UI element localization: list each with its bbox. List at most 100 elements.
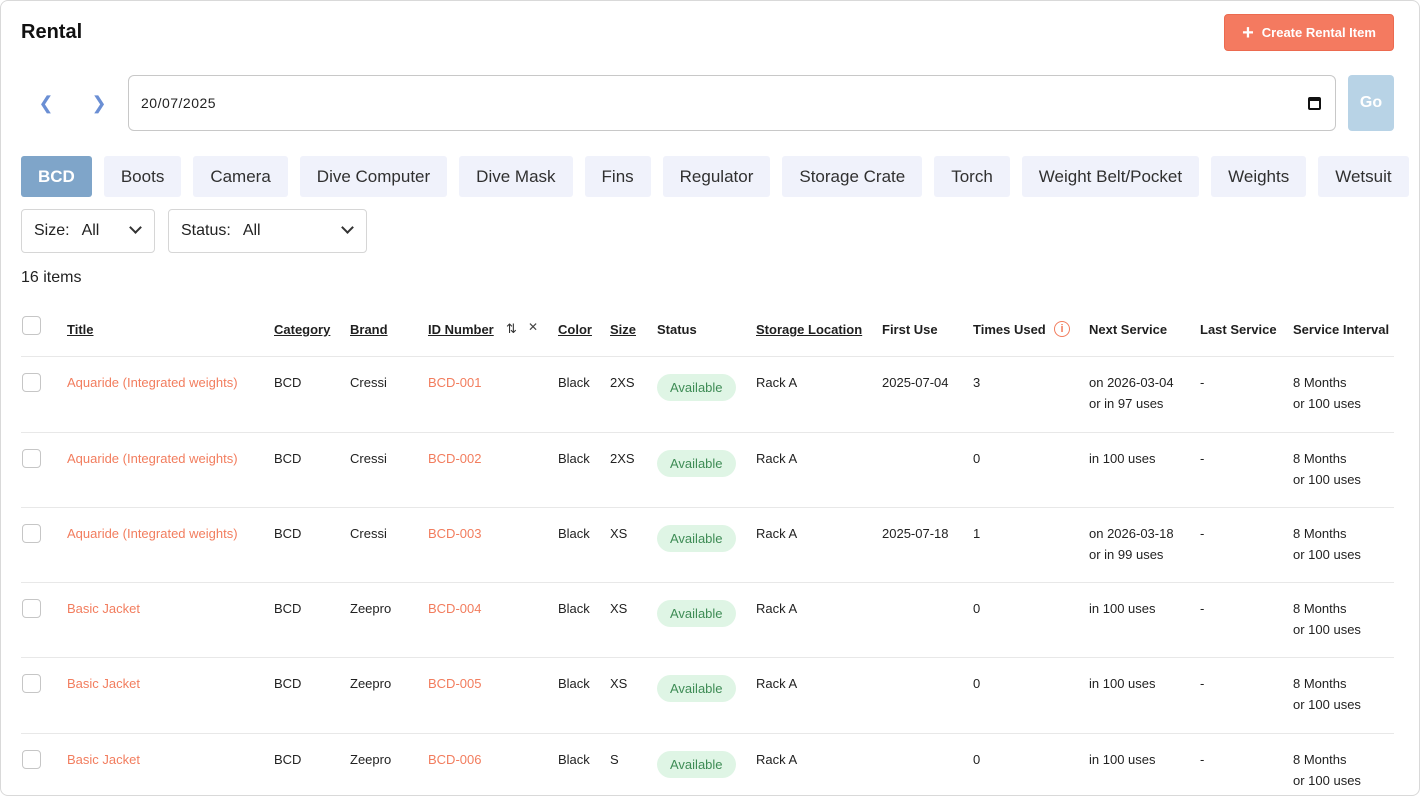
column-header-last-service: Last Service	[1200, 322, 1277, 337]
item-title-link[interactable]: Basic Jacket	[67, 674, 140, 695]
calendar-icon[interactable]	[1308, 97, 1321, 110]
clear-sort-icon[interactable]: ✕	[528, 320, 538, 334]
category-tabs: BCD Boots Camera Dive Computer Dive Mask Fins…	[21, 156, 1419, 197]
status-badge: Available	[657, 374, 736, 401]
size-filter[interactable]: Size: All	[21, 209, 155, 253]
times-used-cell: 0	[973, 752, 981, 767]
item-title-link[interactable]: Aquaride (Integrated weights)	[67, 524, 238, 545]
chevron-down-icon	[129, 221, 142, 234]
id-number-link[interactable]: BCD-003	[428, 524, 481, 545]
size-filter-value: All	[81, 222, 100, 239]
chevron-right-icon[interactable]: ❯	[85, 89, 113, 117]
row-divider	[21, 432, 1394, 433]
row-checkbox[interactable]	[22, 599, 41, 618]
column-header-service-interval: Service Interval	[1293, 322, 1390, 337]
color-cell: Black	[558, 676, 590, 691]
size-cell: XS	[610, 676, 628, 691]
row-checkbox[interactable]	[22, 750, 41, 769]
column-header-title[interactable]: Title	[67, 322, 94, 337]
storage-location-cell: Rack A	[756, 676, 798, 691]
id-number-link[interactable]: BCD-006	[428, 750, 481, 771]
column-header-brand[interactable]: Brand	[350, 322, 388, 337]
item-title-link[interactable]: Aquaride (Integrated weights)	[67, 373, 238, 394]
storage-location-cell: Rack A	[756, 451, 798, 466]
tab-fins[interactable]: Fins	[584, 156, 651, 197]
next-service-cell: on 2026-03-04	[1089, 375, 1174, 390]
next-service-cell: on 2026-03-18	[1089, 526, 1174, 541]
column-header-color[interactable]: Color	[558, 322, 592, 337]
column-header-times-used: Times Used	[973, 322, 1046, 337]
go-button[interactable]: Go	[1348, 75, 1394, 131]
status-filter-value: All	[242, 222, 261, 239]
brand-cell: Zeepro	[350, 601, 392, 616]
brand-cell: Zeepro	[350, 752, 392, 767]
row-checkbox[interactable]	[22, 373, 41, 392]
tab-torch[interactable]: Torch	[934, 156, 1010, 197]
size-cell: 2XS	[610, 451, 635, 466]
brand-cell: Cressi	[350, 375, 387, 390]
page-title: Rental	[21, 21, 83, 43]
column-header-status: Status	[657, 322, 697, 337]
service-interval-detail-cell: or 100 uses	[1293, 773, 1361, 788]
service-interval-cell: 8 Months	[1293, 676, 1347, 691]
category-cell: BCD	[274, 451, 302, 466]
date-input[interactable]: 20/07/2025	[128, 75, 1336, 131]
tab-dive-mask[interactable]: Dive Mask	[459, 156, 573, 197]
next-service-detail-cell: or in 99 uses	[1089, 547, 1164, 562]
brand-cell: Cressi	[350, 451, 387, 466]
times-used-cell: 0	[973, 451, 981, 466]
size-cell: 2XS	[610, 375, 635, 390]
item-title-link[interactable]: Basic Jacket	[67, 750, 140, 771]
last-service-cell: -	[1200, 451, 1205, 466]
column-header-category[interactable]: Category	[274, 322, 330, 337]
next-service-cell: in 100 uses	[1089, 752, 1156, 767]
next-service-cell: in 100 uses	[1089, 676, 1156, 691]
times-used-cell: 0	[973, 601, 981, 616]
row-divider	[21, 356, 1394, 357]
column-header-id-number[interactable]: ID Number	[428, 322, 494, 337]
sort-ascending-icon[interactable]: ⇅	[506, 321, 517, 337]
tab-weights[interactable]: Weights	[1211, 156, 1307, 197]
tab-camera[interactable]: Camera	[193, 156, 288, 197]
times-used-cell: 3	[973, 375, 981, 390]
column-header-size[interactable]: Size	[610, 322, 636, 337]
tab-regulator[interactable]: Regulator	[662, 156, 771, 197]
tab-weight-belt-pocket[interactable]: Weight Belt/Pocket	[1021, 156, 1200, 197]
category-cell: BCD	[274, 601, 302, 616]
tab-storage-crate[interactable]: Storage Crate	[782, 156, 923, 197]
last-service-cell: -	[1200, 601, 1205, 616]
date-value: 20/07/2025	[141, 95, 217, 111]
next-service-detail-cell: or in 97 uses	[1089, 396, 1164, 411]
tab-wetsuit[interactable]: Wetsuit	[1318, 156, 1409, 197]
create-button-label: Create Rental Item	[1261, 25, 1376, 40]
id-number-link[interactable]: BCD-002	[428, 449, 481, 470]
status-badge: Available	[657, 600, 736, 627]
row-checkbox[interactable]	[22, 674, 41, 693]
row-divider	[21, 507, 1394, 508]
id-number-link[interactable]: BCD-004	[428, 599, 481, 620]
tab-dive-computer[interactable]: Dive Computer	[299, 156, 448, 197]
info-icon[interactable]: i	[1054, 321, 1070, 337]
status-filter[interactable]: Status: All	[168, 209, 367, 253]
first-use-cell: 2025-07-04	[882, 375, 949, 390]
id-number-link[interactable]: BCD-005	[428, 674, 481, 695]
item-title-link[interactable]: Basic Jacket	[67, 599, 140, 620]
times-used-cell: 1	[973, 526, 981, 541]
id-number-link[interactable]: BCD-001	[428, 373, 481, 394]
chevron-left-icon[interactable]: ❮	[32, 89, 60, 117]
item-title-link[interactable]: Aquaride (Integrated weights)	[67, 449, 238, 470]
column-header-storage-location[interactable]: Storage Location	[756, 322, 862, 337]
status-badge: Available	[657, 751, 736, 778]
brand-cell: Cressi	[350, 526, 387, 541]
size-cell: XS	[610, 601, 628, 616]
last-service-cell: -	[1200, 526, 1205, 541]
select-all-checkbox[interactable]	[22, 316, 41, 335]
row-divider	[21, 582, 1394, 583]
tab-bcd[interactable]: BCD	[21, 156, 92, 197]
create-rental-item-button[interactable]: + Create Rental Item	[1224, 14, 1394, 51]
row-checkbox[interactable]	[22, 524, 41, 543]
row-checkbox[interactable]	[22, 449, 41, 468]
column-header-first-use: First Use	[882, 322, 938, 337]
color-cell: Black	[558, 526, 590, 541]
tab-boots[interactable]: Boots	[103, 156, 182, 197]
